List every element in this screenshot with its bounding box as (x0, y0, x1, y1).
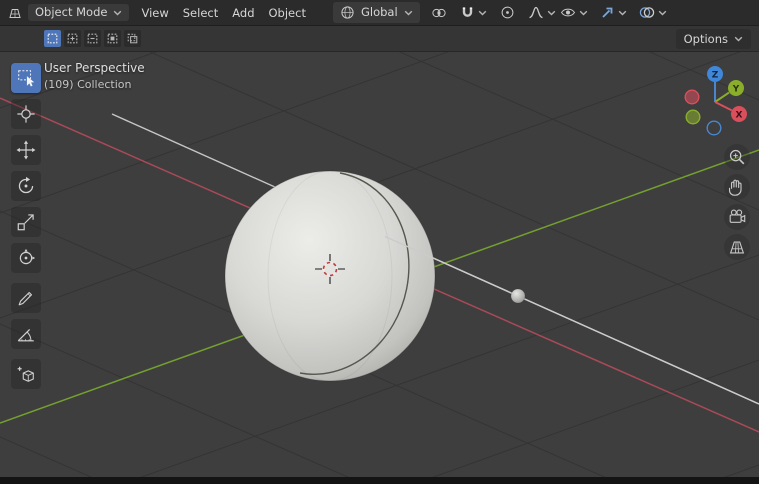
options-dropdown[interactable]: Options (676, 29, 751, 49)
gizmo-z-label: Z (712, 70, 719, 80)
camera-icon (727, 207, 747, 227)
viewport-toolbar (11, 63, 41, 395)
hand-icon (727, 177, 747, 197)
select-invert-icon (107, 33, 118, 44)
gizmo-axis-y-negative[interactable] (686, 110, 700, 124)
proportional-edit-toggle[interactable] (498, 3, 517, 22)
chevron-down-icon (478, 10, 487, 16)
select-mode-extend-button[interactable] (64, 30, 81, 47)
path-line-front[interactable] (385, 237, 759, 405)
toggle-ortho-button[interactable] (724, 234, 750, 260)
chevron-down-icon (404, 10, 413, 16)
tool-scale[interactable] (11, 207, 41, 237)
tool-move[interactable] (11, 135, 41, 165)
viewport-display-group (558, 2, 759, 24)
select-mode-intersect-button[interactable] (124, 30, 141, 47)
tool-measure[interactable] (11, 319, 41, 349)
show-gizmos-dropdown[interactable] (598, 3, 629, 22)
show-overlays-dropdown[interactable] (637, 3, 669, 22)
pivot-point-button[interactable] (429, 3, 449, 23)
camera-view-button[interactable] (724, 204, 750, 230)
zoom-button[interactable] (724, 144, 750, 170)
select-extend-icon (67, 33, 78, 44)
3d-viewport-canvas[interactable] (0, 52, 759, 477)
viewport-header: Object Mode View Select Add Object Globa… (0, 0, 759, 26)
snapping-button[interactable] (458, 3, 489, 22)
proportional-edit-icon (500, 5, 515, 20)
menu-select[interactable]: Select (176, 2, 225, 24)
gizmo-x-label: X (736, 110, 743, 120)
gizmo-y-stick (715, 93, 729, 102)
pan-hand-button[interactable] (724, 174, 750, 200)
globe-icon (340, 5, 355, 20)
viewport-nav-buttons (724, 144, 750, 260)
tool-transform[interactable] (11, 243, 41, 273)
magnet-icon (460, 5, 475, 20)
tool-settings-bar: Options (0, 26, 759, 52)
3d-viewport[interactable]: User Perspective (109) Collection (0, 52, 759, 477)
chevron-down-icon (734, 36, 743, 42)
editor-type-button[interactable] (5, 3, 25, 23)
tool-cursor[interactable] (11, 99, 41, 129)
transform-settings-group: Global (333, 2, 558, 23)
add-cube-icon (16, 364, 36, 384)
rotate-icon (16, 176, 36, 196)
status-bar (0, 477, 759, 484)
object-visibility-dropdown[interactable] (558, 3, 590, 22)
select-intersect-icon (127, 33, 138, 44)
pivot-point-icon (431, 5, 447, 21)
menu-object[interactable]: Object (262, 2, 313, 24)
tool-rotate[interactable] (11, 171, 41, 201)
chevron-down-icon (113, 10, 122, 16)
transform-icon (16, 248, 36, 268)
select-set-icon (47, 33, 58, 44)
chevron-down-icon (658, 10, 667, 16)
small-sphere-object[interactable] (511, 289, 525, 303)
cursor-tool-icon (16, 104, 36, 124)
menu-view[interactable]: View (134, 2, 175, 24)
falloff-curve-icon (528, 5, 544, 20)
select-mode-subtract-button[interactable] (84, 30, 101, 47)
annotate-pen-icon (16, 288, 36, 308)
orientation-dropdown[interactable]: Global (333, 2, 420, 23)
scale-icon (16, 212, 36, 232)
chevron-down-icon (618, 10, 627, 16)
gizmo-axis-z-negative[interactable] (707, 121, 721, 135)
gizmo-x-stick (715, 102, 732, 110)
navigation-gizmo[interactable]: Z Y X (679, 64, 751, 140)
move-icon (16, 140, 36, 160)
menu-add[interactable]: Add (225, 2, 261, 24)
select-subtract-icon (87, 33, 98, 44)
mode-dropdown[interactable]: Object Mode (28, 4, 129, 22)
tool-select-box[interactable] (11, 63, 41, 93)
chevron-down-icon (547, 10, 556, 16)
options-label: Options (684, 32, 728, 46)
visibility-eye-icon (560, 5, 576, 20)
proportional-falloff-dropdown[interactable] (526, 3, 558, 22)
gizmos-icon (600, 5, 615, 20)
mode-dropdown-label: Object Mode (35, 7, 107, 19)
select-mode-invert-button[interactable] (104, 30, 121, 47)
orientation-label: Global (361, 7, 398, 19)
measure-icon (16, 324, 36, 344)
gizmo-axis-x-negative[interactable] (685, 90, 699, 104)
overlays-icon (639, 5, 655, 20)
tool-add-cube[interactable] (11, 359, 41, 389)
chevron-down-icon (579, 10, 588, 16)
tool-annotate[interactable] (11, 283, 41, 313)
ortho-grid-icon (727, 237, 747, 257)
editor-type-icon (7, 5, 23, 21)
blender-window: Object Mode View Select Add Object Globa… (0, 0, 759, 484)
select-mode-set-button[interactable] (44, 30, 61, 47)
zoom-icon (727, 147, 747, 167)
menu-bar: View Select Add Object (134, 2, 313, 24)
select-box-icon (16, 68, 36, 88)
gizmo-y-label: Y (732, 84, 740, 94)
